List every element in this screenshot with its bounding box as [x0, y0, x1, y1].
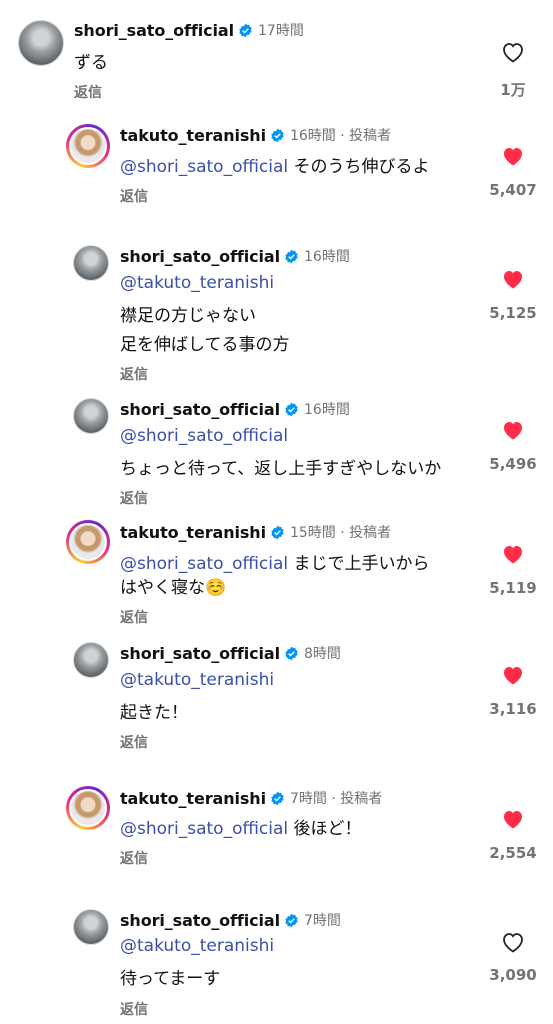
- heart-outline-icon: [503, 43, 523, 63]
- comment-time: 17時間: [258, 23, 304, 39]
- comment-reply-item: shori_sato_official 16時間 @shori_sato_off…: [0, 390, 553, 512]
- comment-text: 襟足の方じゃない: [120, 306, 256, 326]
- comment-text: @shori_sato_official 後ほど！: [120, 814, 362, 839]
- like-count: 2,554: [489, 844, 537, 862]
- comment-time: 16時間 · 投稿者: [289, 128, 392, 144]
- like-count: 1万: [500, 81, 526, 99]
- comment-reply-item: shori_sato_official 8時間 @takuto_teranish…: [0, 638, 553, 778]
- comment-reply-item: shori_sato_official 7時間 @takuto_teranish…: [0, 904, 553, 1024]
- comment-text: 起きた！: [120, 703, 188, 723]
- avatar[interactable]: [66, 124, 110, 168]
- username[interactable]: takuto_teranishi: [120, 126, 266, 145]
- comment-time: 7時間: [304, 913, 341, 929]
- mention-link[interactable]: @shori_sato_official: [120, 426, 288, 446]
- avatar[interactable]: [18, 20, 64, 66]
- avatar[interactable]: [66, 520, 110, 564]
- avatar[interactable]: [73, 245, 109, 281]
- heart-outline-icon: [503, 933, 523, 953]
- reply-button[interactable]: 返信: [120, 488, 148, 508]
- verified-badge-icon: [271, 525, 284, 539]
- heart-filled-icon: [504, 148, 522, 166]
- like-button[interactable]: [497, 142, 529, 170]
- username[interactable]: shori_sato_official: [120, 247, 280, 266]
- verified-badge-icon: [285, 402, 298, 416]
- heart-filled-icon: [504, 422, 522, 440]
- like-button[interactable]: [497, 38, 529, 66]
- comment-reply-item: takuto_teranishi 16時間 · 投稿者 @shori_sato_…: [0, 110, 553, 235]
- like-button[interactable]: [497, 540, 529, 568]
- mention-link[interactable]: @takuto_teranishi: [120, 273, 274, 293]
- like-button[interactable]: [497, 805, 529, 833]
- avatar[interactable]: [73, 909, 109, 945]
- verified-badge-icon: [285, 249, 298, 263]
- like-count: 3,116: [489, 700, 537, 718]
- mention-link[interactable]: @shori_sato_official: [120, 157, 288, 177]
- like-button[interactable]: [497, 416, 529, 444]
- mention-link[interactable]: @takuto_teranishi: [120, 670, 274, 690]
- avatar[interactable]: [66, 786, 110, 830]
- reply-button[interactable]: 返信: [120, 848, 148, 868]
- avatar[interactable]: [73, 398, 109, 434]
- like-count: 5,119: [489, 579, 537, 597]
- like-count: 5,407: [489, 181, 537, 199]
- comment-text-body: まじで上手いから: [293, 554, 430, 574]
- reply-button[interactable]: 返信: [120, 999, 148, 1019]
- heart-filled-icon: [504, 271, 522, 289]
- comment-text: ずる: [74, 53, 108, 73]
- verified-badge-icon: [271, 128, 284, 142]
- reply-button[interactable]: 返信: [120, 364, 148, 384]
- like-button[interactable]: [497, 928, 529, 956]
- comment-text: ちょっと待って、返し上手すぎやしないか: [120, 459, 442, 479]
- like-button[interactable]: [497, 265, 529, 293]
- heart-filled-icon: [504, 667, 522, 685]
- reply-button[interactable]: 返信: [120, 732, 148, 752]
- like-count: 5,496: [489, 455, 537, 473]
- like-button[interactable]: [497, 661, 529, 689]
- username[interactable]: takuto_teranishi: [120, 523, 266, 542]
- username[interactable]: shori_sato_official: [120, 400, 280, 419]
- mention-link[interactable]: @takuto_teranishi: [120, 936, 274, 956]
- avatar[interactable]: [73, 642, 109, 678]
- verified-badge-icon: [239, 23, 252, 37]
- verified-badge-icon: [271, 791, 284, 805]
- username[interactable]: shori_sato_official: [120, 911, 280, 930]
- comment-reply-item: takuto_teranishi 15時間 · 投稿者 @shori_sato_…: [0, 512, 553, 638]
- comment-time: 7時間 · 投稿者: [289, 791, 383, 807]
- reply-button[interactable]: 返信: [74, 82, 102, 102]
- comment-text-body: 後ほど！: [293, 819, 362, 839]
- mention-link[interactable]: @shori_sato_official: [120, 819, 288, 839]
- username[interactable]: shori_sato_official: [74, 21, 234, 40]
- comment-text: はやく寝な☺️: [120, 578, 227, 598]
- comment-time: 15時間 · 投稿者: [289, 525, 392, 541]
- like-count: 5,125: [489, 304, 537, 322]
- comment-reply-item: shori_sato_official 16時間 @takuto_teranis…: [0, 235, 553, 390]
- heart-filled-icon: [504, 546, 522, 564]
- like-count: 3,090: [489, 966, 537, 984]
- comment-text: @shori_sato_official まじで上手いから: [120, 549, 430, 574]
- mention-link[interactable]: @shori_sato_official: [120, 554, 288, 574]
- comment-time: 16時間: [304, 402, 350, 418]
- verified-badge-icon: [285, 913, 298, 927]
- comment-text: 待ってまーす: [120, 969, 221, 989]
- comment-reply-item: takuto_teranishi 7時間 · 投稿者 @shori_sato_o…: [0, 778, 553, 904]
- comment-text: 足を伸ばしてる事の方: [120, 335, 290, 355]
- comment-time: 16時間: [304, 249, 350, 265]
- reply-button[interactable]: 返信: [120, 607, 148, 627]
- reply-button[interactable]: 返信: [120, 186, 148, 206]
- heart-filled-icon: [504, 811, 522, 829]
- username[interactable]: shori_sato_official: [120, 644, 280, 663]
- comment-item: shori_sato_official 17時間 ずる 返信 1万: [0, 0, 553, 110]
- verified-badge-icon: [285, 646, 298, 660]
- comment-time: 8時間: [304, 646, 341, 662]
- comment-text: @shori_sato_official そのうち伸びるよ: [120, 152, 430, 177]
- username[interactable]: takuto_teranishi: [120, 789, 266, 808]
- comment-text-body: そのうち伸びるよ: [293, 157, 430, 177]
